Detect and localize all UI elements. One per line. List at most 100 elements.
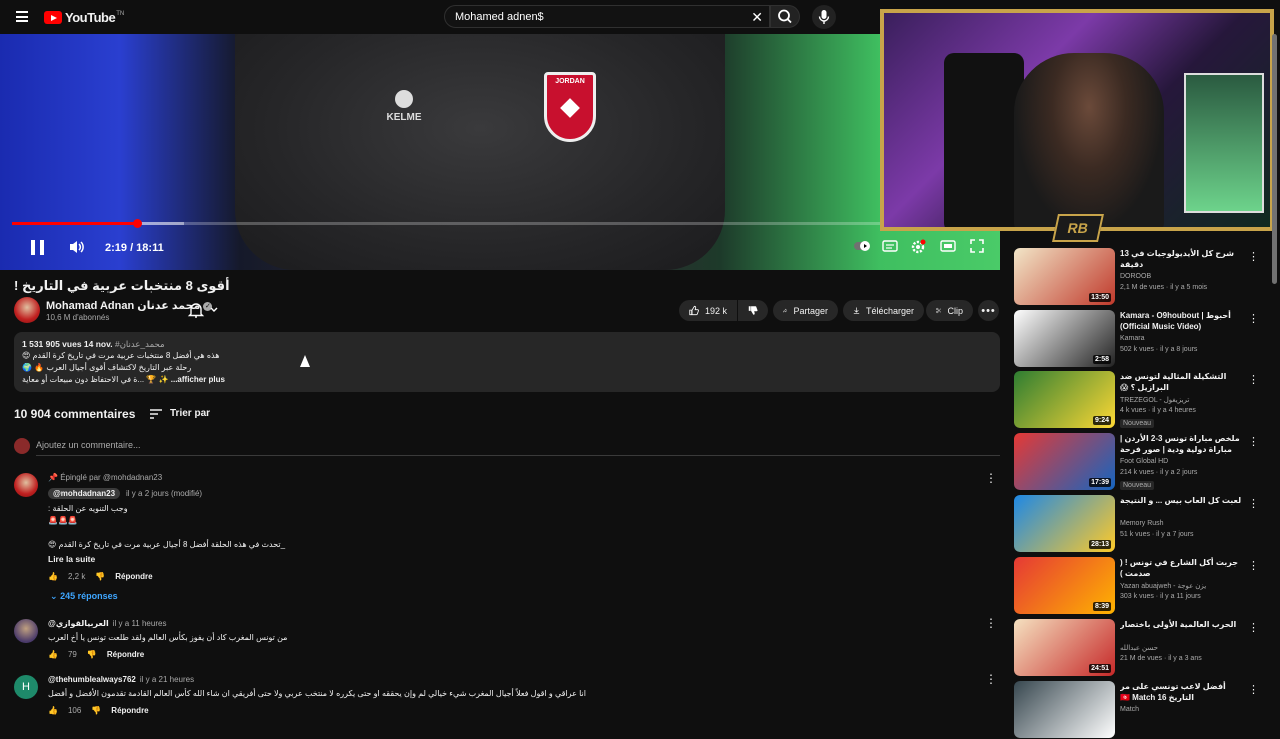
recommendation-thumbnail[interactable]: 13:50 (1014, 248, 1115, 305)
reply-button[interactable]: Répondre (115, 572, 152, 581)
video-player[interactable]: KELME JORDAN (0, 34, 1000, 270)
recommendation-thumbnail[interactable] (1014, 681, 1115, 738)
recommendation-channel[interactable]: Match (1120, 706, 1139, 713)
view-replies-button[interactable]: ⌄ 245 réponses (50, 591, 118, 602)
theater-mode-icon[interactable] (939, 239, 957, 255)
pause-button[interactable] (31, 240, 45, 255)
comment-menu-icon[interactable]: ⋮ (985, 673, 997, 685)
comment-menu-icon[interactable]: ⋮ (985, 472, 997, 484)
clip-button[interactable]: Clip (926, 300, 973, 321)
recommendation-thumbnail[interactable]: 2:58 (1014, 310, 1115, 367)
progress-scrubber-handle[interactable] (133, 219, 142, 228)
recommendation-menu-icon[interactable]: ⋮ (1248, 373, 1259, 386)
search-button[interactable] (770, 5, 800, 28)
share-button[interactable]: Partager (773, 300, 838, 321)
youtube-logo[interactable]: YouTube TN (44, 10, 124, 25)
volume-icon[interactable] (68, 239, 86, 255)
recommendation-item[interactable]: 9:24 التشكيلة المثالية لتونس ضد البرازيل … (1014, 371, 1264, 429)
recommendation-menu-icon[interactable]: ⋮ (1248, 312, 1259, 325)
recommendation-channel[interactable]: Foot Global HD (1120, 458, 1168, 465)
description-box[interactable]: 1 531 905 vues 14 nov. #محمد_عدنان هذه ه… (14, 332, 1000, 392)
recommendation-channel[interactable]: DOROOB (1120, 273, 1151, 280)
recommendation-title[interactable]: شرح كل الأيديولوجيات في 13 دقيقة (1120, 248, 1248, 270)
add-comment-field[interactable]: Ajoutez un commentaire... (14, 438, 1000, 456)
recommendation-menu-icon[interactable]: ⋮ (1248, 435, 1259, 448)
dislike-button[interactable] (738, 300, 768, 321)
page-scrollbar[interactable] (1272, 34, 1277, 284)
show-more-link[interactable]: ...afficher plus (171, 375, 225, 384)
comment-author[interactable]: @thehumblealways762 (48, 675, 136, 684)
channel-avatar[interactable] (14, 297, 40, 323)
subscription-bell-button[interactable] (184, 300, 228, 320)
search-box[interactable]: ✕ (444, 5, 770, 28)
comment-dislike-icon[interactable]: 👎 (87, 650, 97, 659)
recommendation-channel[interactable]: حسن عبدالله (1120, 644, 1158, 652)
recommendation-item[interactable]: 8:39 جربت أكل الشارع في تونس ! ( صدمت ) Ya… (1014, 557, 1264, 615)
recommendation-item[interactable]: 28:13 لعبت كل العاب بيس ... و النتيجة Memo… (1014, 495, 1264, 553)
recommendation-title[interactable]: الحرب العالمية الأولى باختصار (1120, 619, 1248, 630)
recommendation-thumbnail[interactable]: 8:39 (1014, 557, 1115, 614)
hashtag[interactable]: #محمد_عدنان (115, 339, 165, 349)
comment-text: وجب التنويه عن الحلقة : 🚨🚨🚨 _تحدث في هذه… (48, 503, 648, 551)
menu-icon[interactable] (16, 11, 28, 22)
recommendation-views: 4 k vues · il y a 4 heures (1120, 407, 1196, 414)
recommendation-item[interactable]: 24:51 الحرب العالمية الأولى باختصار حسن عب… (1014, 619, 1264, 677)
comment-author[interactable]: @العربيالقوازي (48, 619, 109, 628)
sort-comments-button[interactable]: Trier par (150, 408, 210, 419)
search-input[interactable] (455, 11, 735, 23)
recommendation-title[interactable]: التشكيلة المثالية لتونس ضد البرازيل ؟ 😱 (1120, 371, 1248, 393)
recommendation-channel[interactable]: Kamara (1120, 335, 1145, 342)
comment-time: il y a 2 jours (modifié) (126, 489, 203, 498)
recommendation-item[interactable]: 2:58 Kamara - O9houbout | أحبوط (Official… (1014, 310, 1264, 368)
comment-like-icon[interactable]: 👍 (48, 572, 58, 581)
channel-name-text[interactable]: Mohamad Adnan محمد عدنان (46, 300, 200, 312)
reply-button[interactable]: Répondre (111, 706, 148, 715)
comment-avatar-letter[interactable]: H (14, 675, 38, 699)
voice-search-button[interactable] (812, 5, 836, 29)
comment-dislike-icon[interactable]: 👎 (95, 572, 105, 581)
autoplay-toggle-icon[interactable] (853, 239, 871, 255)
recommendation-thumbnail[interactable]: 9:24 (1014, 371, 1115, 428)
recommendation-title[interactable]: Kamara - O9houbout | أحبوط (Official Mus… (1120, 310, 1248, 332)
comment-actions: 👍 2,2 k 👎 Répondre (48, 572, 153, 581)
recommendation-channel[interactable]: Memory Rush (1120, 520, 1164, 527)
subtitles-icon[interactable] (881, 239, 899, 255)
comment-menu-icon[interactable]: ⋮ (985, 617, 997, 629)
download-button[interactable]: Télécharger (843, 300, 924, 321)
jordan-badge: JORDAN (544, 72, 596, 142)
comment-avatar[interactable] (14, 473, 38, 497)
recommendation-menu-icon[interactable]: ⋮ (1248, 250, 1259, 263)
youtube-play-icon (44, 11, 62, 24)
recommendation-menu-icon[interactable]: ⋮ (1248, 497, 1259, 510)
recommendation-title[interactable]: لعبت كل العاب بيس ... و النتيجة (1120, 495, 1248, 506)
comment-avatar[interactable] (14, 619, 38, 643)
clear-icon[interactable]: ✕ (751, 9, 763, 26)
chevron-down-icon: ⌄ (50, 591, 58, 601)
recommendation-menu-icon[interactable]: ⋮ (1248, 621, 1259, 634)
more-actions-button[interactable]: ••• (978, 300, 999, 321)
recommendation-item[interactable]: 13:50 شرح كل الأيديولوجيات في 13 دقيقة DOR… (1014, 248, 1264, 306)
recommendation-menu-icon[interactable]: ⋮ (1248, 559, 1259, 572)
recommendation-thumbnail[interactable]: 24:51 (1014, 619, 1115, 676)
comment-dislike-icon[interactable]: 👎 (91, 706, 101, 715)
recommendation-title[interactable]: ملخص مباراة تونس 3-2 الأردن | مباراة دول… (1120, 433, 1248, 455)
recommendation-channel[interactable]: TREZEGOL - تريزيغول (1120, 396, 1189, 404)
recommendation-menu-icon[interactable]: ⋮ (1248, 683, 1259, 696)
reply-button[interactable]: Répondre (107, 650, 144, 659)
stream-logo: RB (1052, 214, 1104, 242)
recommendation-views: 214 k vues · il y a 2 jours (1120, 469, 1198, 476)
comment-like-icon[interactable]: 👍 (48, 706, 58, 715)
recommendation-item[interactable]: أفضل لاعب تونسي على مر التاريخ 🇹🇳 Match … (1014, 681, 1264, 739)
comment-author[interactable]: @mohdadnan23 (48, 488, 121, 499)
recommendation-channel[interactable]: Yazan abuajweh - يزن عوجة (1120, 582, 1206, 590)
comment-like-icon[interactable]: 👍 (48, 650, 58, 659)
read-more-link[interactable]: Lire la suite (48, 554, 95, 564)
recommendation-title[interactable]: أفضل لاعب تونسي على مر التاريخ 🇹🇳 Match … (1120, 681, 1248, 703)
like-button[interactable]: 192 k (679, 300, 737, 321)
recommendation-title[interactable]: جربت أكل الشارع في تونس ! ( صدمت ) (1120, 557, 1248, 579)
settings-gear-icon[interactable] (909, 239, 927, 255)
recommendation-item[interactable]: 17:39 ملخص مباراة تونس 3-2 الأردن | مبارا… (1014, 433, 1264, 491)
recommendation-thumbnail[interactable]: 17:39 (1014, 433, 1115, 490)
fullscreen-icon[interactable] (968, 239, 986, 255)
recommendation-thumbnail[interactable]: 28:13 (1014, 495, 1115, 552)
